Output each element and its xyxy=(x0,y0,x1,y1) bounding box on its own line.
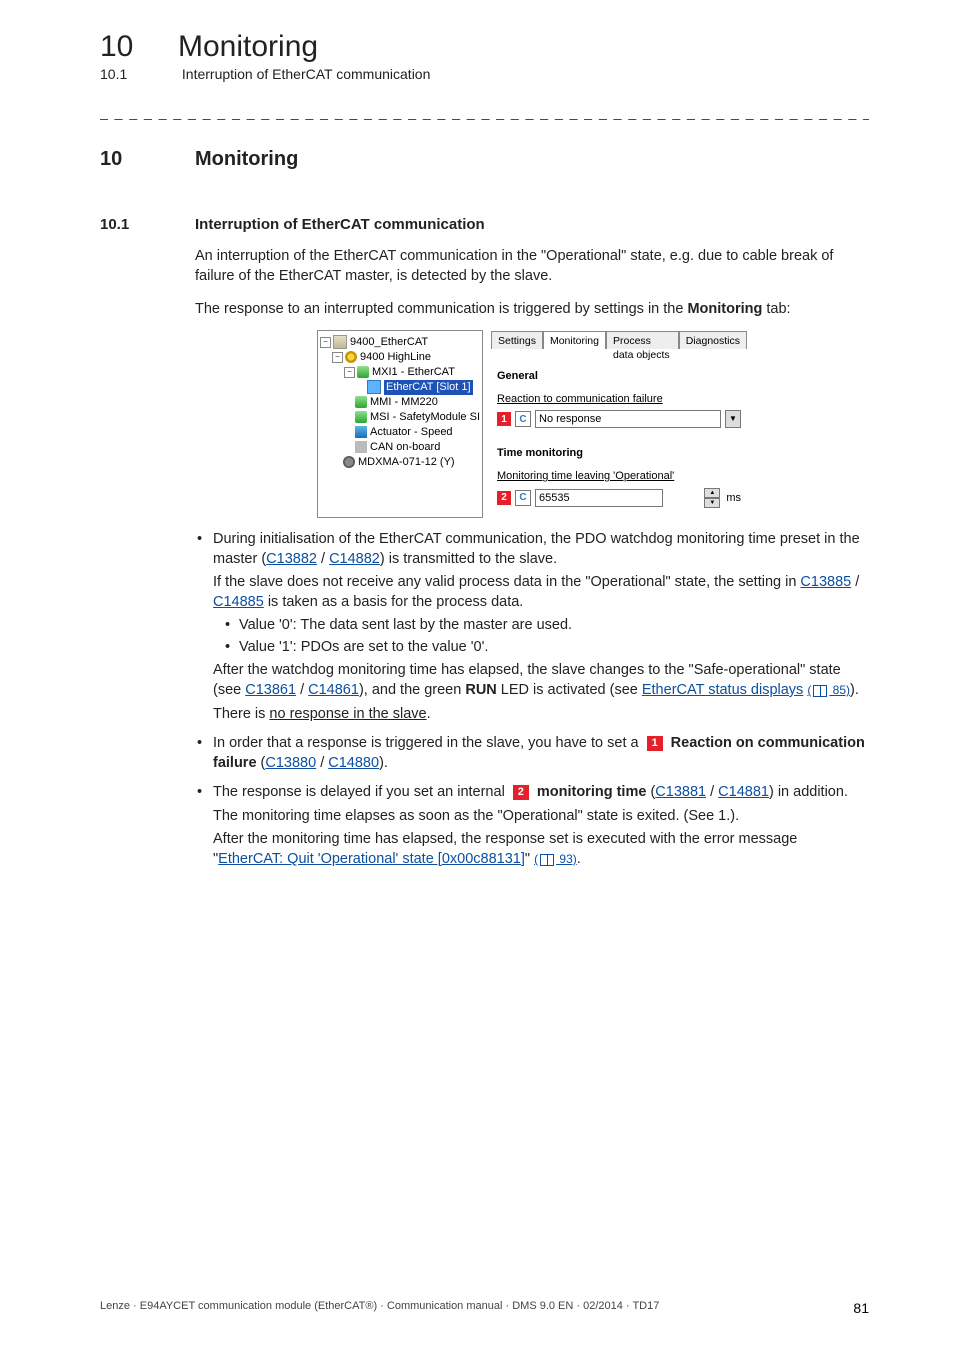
tab-diagnostics[interactable]: Diagnostics xyxy=(679,331,747,349)
bullet-1: During initialisation of the EtherCAT co… xyxy=(195,530,869,724)
chevron-down-icon[interactable]: ▼ xyxy=(725,410,741,428)
link-c14880[interactable]: C14880 xyxy=(328,755,379,771)
code-button[interactable]: C xyxy=(515,490,531,506)
book-icon xyxy=(813,685,827,697)
tree-node-mxi1[interactable]: −MXI1 - EtherCAT xyxy=(320,365,480,380)
callout-marker-1: 1 xyxy=(497,412,511,426)
link-error-message[interactable]: EtherCAT: Quit 'Operational' state [0x00… xyxy=(218,851,525,867)
spin-down-icon[interactable]: ▼ xyxy=(704,498,720,508)
device-tree[interactable]: −9400_EtherCAT −9400 HighLine −MXI1 - Et… xyxy=(317,330,483,518)
intro-paragraph-1: An interruption of the EtherCAT communic… xyxy=(195,247,869,286)
sub-bullet-value-0: Value '0': The data sent last by the mas… xyxy=(223,616,869,636)
tree-node-can[interactable]: CAN on-board xyxy=(320,440,480,455)
link-c14881[interactable]: C14881 xyxy=(718,784,769,800)
tab-settings[interactable]: Settings xyxy=(491,331,543,349)
header-section-number: 10.1 xyxy=(100,66,178,82)
callout-marker-1: 1 xyxy=(647,736,663,751)
code-button[interactable]: C xyxy=(515,411,531,427)
header-section-title: Interruption of EtherCAT communication xyxy=(182,66,431,82)
collapse-icon[interactable]: − xyxy=(332,352,343,363)
drive-icon xyxy=(333,335,347,349)
link-c13881[interactable]: C13881 xyxy=(655,784,706,800)
label-monitoring-time: Monitoring time leaving 'Operational' xyxy=(497,469,741,484)
book-icon xyxy=(540,854,554,866)
tab-monitoring[interactable]: Monitoring xyxy=(543,331,606,349)
actuator-icon xyxy=(355,426,367,438)
tree-node-root[interactable]: −9400_EtherCAT xyxy=(320,335,480,350)
collapse-icon[interactable]: − xyxy=(344,367,355,378)
link-page-85[interactable]: ( 85) xyxy=(807,683,850,697)
spin-up-icon[interactable]: ▲ xyxy=(704,488,720,498)
unit-label: ms xyxy=(726,491,741,506)
sub-bullet-value-1: Value '1': PDOs are set to the value '0'… xyxy=(223,638,869,658)
header-chapter-number: 10 xyxy=(100,30,178,64)
tab-process-data-objects[interactable]: Process data objects xyxy=(606,331,679,349)
link-c13885[interactable]: C13885 xyxy=(800,574,851,590)
link-c14861[interactable]: C14861 xyxy=(308,682,359,698)
can-icon xyxy=(355,441,367,453)
tree-node-actuator[interactable]: Actuator - Speed xyxy=(320,425,480,440)
section-heading-2: 10.1 Interruption of EtherCAT communicat… xyxy=(100,216,869,233)
device-icon xyxy=(343,456,355,468)
section-heading-1: 10 Monitoring xyxy=(100,148,869,171)
link-status-displays[interactable]: EtherCAT status displays xyxy=(642,682,803,698)
callout-marker-2: 2 xyxy=(497,491,511,505)
running-subheader: 10.1 Interruption of EtherCAT communicat… xyxy=(100,66,869,82)
header-chapter-title: Monitoring xyxy=(178,30,318,64)
callout-marker-2: 2 xyxy=(513,785,529,800)
label-reaction-failure: Reaction to communication failure xyxy=(497,392,741,407)
separator-rule: _ _ _ _ _ _ _ _ _ _ _ _ _ _ _ _ _ _ _ _ … xyxy=(100,104,869,120)
spin-buttons[interactable]: ▲▼ xyxy=(704,488,720,508)
link-c13880[interactable]: C13880 xyxy=(265,755,316,771)
tab-bar: Settings Monitoring Process data objects… xyxy=(491,330,747,349)
gear-icon xyxy=(345,351,357,363)
tree-node-mdxma[interactable]: MDXMA-071-12 (Y) xyxy=(320,455,480,470)
running-header: 10 Monitoring xyxy=(100,30,869,64)
page-footer: Lenze · E94AYCET communication module (E… xyxy=(100,1300,869,1316)
monitoring-pane: General Reaction to communication failur… xyxy=(491,349,747,518)
group-general: General xyxy=(497,369,741,384)
tree-node-highline[interactable]: −9400 HighLine xyxy=(320,350,480,365)
reaction-select[interactable]: No response xyxy=(535,410,721,428)
link-c14885[interactable]: C14885 xyxy=(213,594,264,610)
monitoring-time-input[interactable]: 65535 xyxy=(535,489,663,507)
intro-paragraph-2: The response to an interrupted communica… xyxy=(195,300,869,320)
module-icon xyxy=(355,396,367,408)
module-icon xyxy=(355,411,367,423)
link-c13861[interactable]: C13861 xyxy=(245,682,296,698)
bullet-3: The response is delayed if you set an in… xyxy=(195,783,869,869)
tree-node-msi[interactable]: MSI - SafetyModule SI xyxy=(320,410,480,425)
link-c14882[interactable]: C14882 xyxy=(329,551,380,567)
tree-node-mmi[interactable]: MMI - MM220 xyxy=(320,395,480,410)
footer-text: Lenze · E94AYCET communication module (E… xyxy=(100,1300,659,1316)
figure-monitoring-tab: −9400_EtherCAT −9400 HighLine −MXI1 - Et… xyxy=(317,330,747,518)
link-page-93[interactable]: ( 93) xyxy=(534,852,577,866)
page-number: 81 xyxy=(853,1300,869,1316)
bullet-2: In order that a response is triggered in… xyxy=(195,734,869,773)
module-icon xyxy=(357,366,369,378)
ethercat-icon xyxy=(367,380,381,394)
bullet-list: During initialisation of the EtherCAT co… xyxy=(195,530,869,869)
tree-node-ethercat-slot1[interactable]: EtherCAT [Slot 1] xyxy=(320,380,480,395)
collapse-icon[interactable]: − xyxy=(320,337,331,348)
link-c13882[interactable]: C13882 xyxy=(266,551,317,567)
group-time-monitoring: Time monitoring xyxy=(497,446,741,461)
